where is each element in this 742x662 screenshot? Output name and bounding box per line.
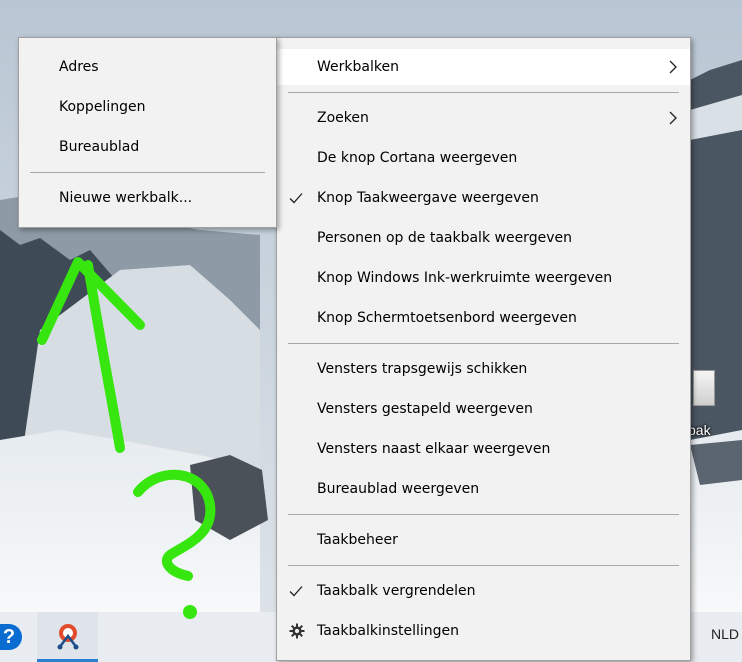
menu-item-windows-ink[interactable]: Knop Windows Ink-werkruimte weergeven: [277, 260, 690, 296]
submenu-item-adres[interactable]: Adres: [19, 49, 276, 85]
menu-item-schermtoetsenbord[interactable]: Knop Schermtoetsenbord weergeven: [277, 300, 690, 336]
menu-item-label: Adres: [59, 59, 99, 75]
menu-item-werkbalken[interactable]: Werkbalken: [277, 49, 690, 85]
menu-item-label: Bureaublad weergeven: [317, 481, 480, 497]
chevron-right-icon: [669, 60, 677, 74]
gear-icon: [289, 623, 305, 639]
menu-item-label: Vensters trapsgewijs schikken: [317, 361, 528, 377]
menu-separator: [288, 565, 679, 566]
menu-item-label: De knop Cortana weergeven: [317, 150, 518, 166]
menu-item-label: Knop Taakweergave weergeven: [317, 190, 539, 206]
menu-item-trapsgewijs[interactable]: Vensters trapsgewijs schikken: [277, 351, 690, 387]
desktop-icon-label[interactable]: bak: [688, 422, 711, 438]
menu-separator: [288, 92, 679, 93]
menu-separator: [288, 514, 679, 515]
menu-item-personen[interactable]: Personen op de taakbalk weergeven: [277, 220, 690, 256]
snipping-tool-icon: [57, 624, 79, 650]
checkmark-icon: [289, 586, 303, 597]
menu-item-label: Knop Schermtoetsenbord weergeven: [317, 310, 577, 326]
desktop-file-icon[interactable]: [693, 370, 715, 406]
menu-item-taakweergave[interactable]: Knop Taakweergave weergeven: [277, 180, 690, 216]
taskbar-context-menu: Werkbalken Zoeken De knop Cortana weerge…: [276, 37, 691, 661]
submenu-item-nieuwe-werkbalk[interactable]: Nieuwe werkbalk...: [19, 180, 276, 216]
taskbar-snipping-tool-button[interactable]: [37, 612, 98, 662]
menu-item-label: Zoeken: [317, 110, 369, 126]
menu-item-cortana[interactable]: De knop Cortana weergeven: [277, 140, 690, 176]
menu-item-bureaublad-weergeven[interactable]: Bureaublad weergeven: [277, 471, 690, 507]
menu-item-label: Vensters gestapeld weergeven: [317, 401, 533, 417]
submenu-item-bureaublad[interactable]: Bureaublad: [19, 129, 276, 165]
menu-separator: [30, 172, 265, 173]
menu-separator: [288, 343, 679, 344]
menu-item-vergrendelen[interactable]: Taakbalk vergrendelen: [277, 573, 690, 609]
menu-item-label: Koppelingen: [59, 99, 146, 115]
menu-item-label: Bureaublad: [59, 139, 140, 155]
menu-item-label: Taakbalk vergrendelen: [317, 583, 476, 599]
menu-item-label: Personen op de taakbalk weergeven: [317, 230, 572, 246]
menu-item-label: Knop Windows Ink-werkruimte weergeven: [317, 270, 613, 286]
chevron-right-icon: [669, 111, 677, 125]
menu-item-zoeken[interactable]: Zoeken: [277, 100, 690, 136]
menu-item-label: Nieuwe werkbalk...: [59, 190, 193, 206]
menu-item-label: Werkbalken: [317, 59, 399, 75]
menu-item-label: Taakbalkinstellingen: [317, 623, 460, 639]
menu-item-gestapeld[interactable]: Vensters gestapeld weergeven: [277, 391, 690, 427]
language-indicator[interactable]: NLD: [711, 626, 739, 642]
menu-item-naast-elkaar[interactable]: Vensters naast elkaar weergeven: [277, 431, 690, 467]
checkmark-icon: [289, 193, 303, 204]
submenu-item-koppelingen[interactable]: Koppelingen: [19, 89, 276, 125]
toolbars-submenu: Adres Koppelingen Bureaublad Nieuwe werk…: [18, 37, 277, 228]
menu-item-label: Vensters naast elkaar weergeven: [317, 441, 551, 457]
menu-item-taakbalkinstellingen[interactable]: Taakbalkinstellingen: [277, 613, 690, 649]
menu-item-label: Taakbeheer: [317, 532, 398, 548]
menu-item-taakbeheer[interactable]: Taakbeheer: [277, 522, 690, 558]
